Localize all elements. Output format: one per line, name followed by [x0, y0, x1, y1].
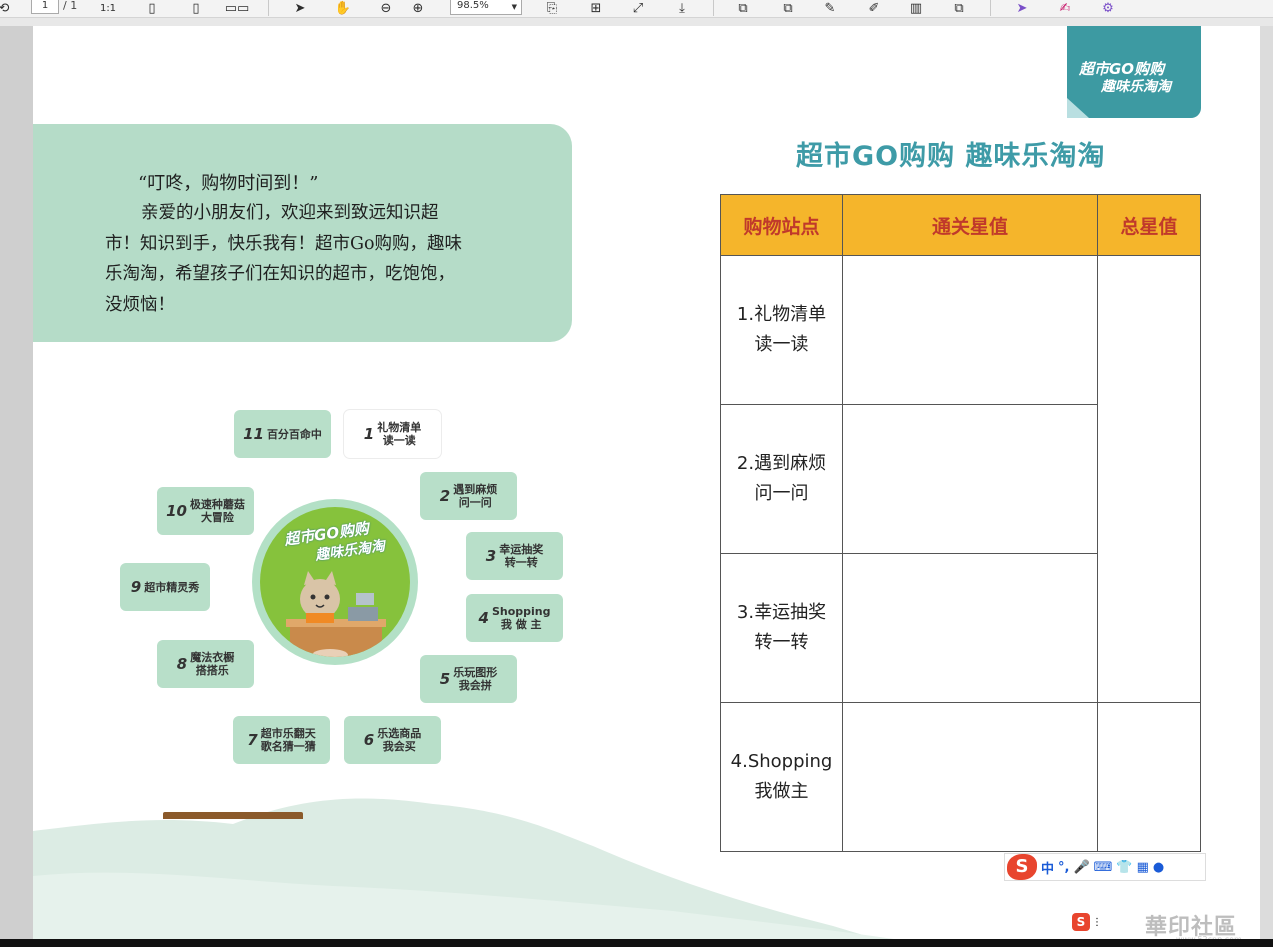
pdf-toolbar: ⟲ 1 / 1 1:1 ▯ ▯ ▭▭ ➤ ✋ ⊖ ⊕ 98.5%▼ ⎘ ⊞ ⤢ … [0, 0, 1273, 18]
header-station: 购物站点 [720, 194, 843, 256]
apps-grid-icon[interactable]: ▦ [1137, 860, 1149, 875]
toolbar-divider [268, 0, 269, 16]
table-row: 1.礼物清单 读一读 [720, 255, 1201, 703]
ime-mini-tray[interactable]: S ⋮ [1072, 911, 1114, 933]
page-tool-icon[interactable]: ⧉ [778, 0, 798, 17]
fit-width-icon[interactable]: ▯ [186, 0, 206, 17]
find-page-icon[interactable]: ⧉ [949, 0, 969, 17]
header-pass-stars: 通关星值 [842, 194, 1098, 256]
page-total: / 1 [63, 0, 78, 12]
marquee-zoom-icon[interactable]: ⊞ [586, 0, 606, 17]
viewer-left-margin [0, 26, 33, 947]
station-4: 4 Shopping 我 做 主 [466, 594, 563, 642]
edit-page-icon[interactable]: ✎ [820, 0, 840, 17]
toolbar-divider [713, 0, 714, 16]
total-stars-cell [1097, 702, 1201, 852]
station-5: 5 乐玩图形 我会拼 [420, 655, 517, 703]
intro-text: 亲爱的小朋友们，欢迎来到致远知识超市！知识到手，快乐我有！超市Go购购，趣味乐淘… [105, 203, 463, 315]
document-page: “叮咚，购物时间到！” 亲爱的小朋友们，欢迎来到致远知识超市！知识到手，快乐我有… [33, 26, 1260, 947]
sogou-mini-icon[interactable]: S [1072, 913, 1090, 931]
viewer-scrollbar[interactable] [1260, 26, 1273, 947]
crop-icon[interactable]: ⧉ [733, 0, 753, 17]
rotate-icon[interactable]: ⎘ [542, 0, 562, 17]
intro-quote: “叮咚，购物时间到！” [138, 173, 319, 194]
station-cell: 2.遇到麻烦 问一问 [720, 404, 843, 554]
page-number-input[interactable]: 1 [31, 0, 59, 14]
table-row: 4.Shopping 我做主 [720, 702, 1201, 852]
header-total-stars: 总星值 [1097, 194, 1201, 256]
pass-stars-cell [842, 255, 1098, 405]
pass-stars-cell [842, 404, 1098, 554]
download-icon[interactable]: ⤓ [672, 0, 692, 17]
table-header-row: 购物站点 通关星值 总星值 [720, 194, 1201, 256]
hand-tool-icon[interactable]: ✋ [333, 0, 353, 17]
fit-page-icon[interactable]: ▯ [142, 0, 162, 17]
wood-shelf-decoration [163, 812, 303, 819]
station-8: 8 魔法衣橱 搭搭乐 [157, 640, 254, 688]
annotate-icon[interactable]: ✐ [864, 0, 884, 17]
settings-gear-icon[interactable]: ⚙ [1098, 0, 1118, 17]
zoom-in-icon[interactable]: ⊕ [408, 0, 428, 17]
taskbar-edge [0, 939, 1273, 947]
station-10: 10 极速种蘑菇 大冒险 [157, 487, 254, 535]
ime-punctuation-toggle[interactable]: °, [1058, 860, 1069, 875]
fit-visible-icon[interactable]: ⤢ [628, 0, 648, 17]
station-7: 7 超市乐翻天 歌名猜一猜 [233, 716, 330, 764]
mascot-icon[interactable]: ● [1153, 860, 1164, 875]
station-2: 2 遇到麻烦 问一问 [420, 472, 517, 520]
page-title: 超市GO购购 趣味乐淘淘 [796, 141, 1106, 172]
pointer-icon[interactable]: ➤ [1012, 0, 1032, 17]
keyboard-icon[interactable]: ⌨ [1094, 860, 1113, 875]
station-1: 1 礼物清单 读一读 [344, 410, 441, 458]
ime-language-toggle[interactable]: 中 [1041, 858, 1054, 877]
pass-stars-cell [842, 702, 1098, 852]
two-page-icon[interactable]: ▭▭ [225, 0, 250, 17]
station-6: 6 乐选商品 我会买 [344, 716, 441, 764]
actual-size-icon[interactable]: 1:1 [98, 0, 118, 17]
highlight-icon[interactable]: ▥ [906, 0, 926, 17]
zoom-select[interactable]: 98.5% ▼ [450, 0, 522, 15]
station-11: 11 百分百命中 [234, 410, 331, 458]
station-9: 9 超市精灵秀 [120, 563, 210, 611]
select-arrow-icon[interactable]: ➤ [290, 0, 310, 17]
ime-toolbar[interactable]: S 中 °, 🎤 ⌨ 👕 ▦ ● [1004, 853, 1206, 881]
microphone-icon[interactable]: 🎤 [1073, 860, 1089, 875]
total-stars-cell [1097, 255, 1201, 703]
sogou-logo-icon[interactable]: S [1007, 854, 1037, 880]
station-3: 3 幸运抽奖 转一转 [466, 532, 563, 580]
station-cell: 1.礼物清单 读一读 [720, 255, 843, 405]
station-cell: 3.幸运抽奖 转一转 [720, 553, 843, 703]
corner-badge-line2: 趣味乐淘淘 [1101, 79, 1171, 95]
skin-icon[interactable]: 👕 [1116, 860, 1132, 875]
station-cell: 4.Shopping 我做主 [720, 702, 843, 852]
back-icon[interactable]: ⟲ [0, 0, 14, 17]
toolbar-divider [990, 0, 991, 16]
tray-menu-icon[interactable]: ⋮ [1092, 917, 1102, 928]
star-score-table: 购物站点 通关星值 总星值 1.礼物清单 读一读 2.遇到麻烦 问一问 3.幸运抽奖… [720, 194, 1201, 852]
sign-icon[interactable]: ✍ [1055, 0, 1075, 17]
pass-stars-cell [842, 553, 1098, 703]
zoom-out-icon[interactable]: ⊖ [376, 0, 396, 17]
